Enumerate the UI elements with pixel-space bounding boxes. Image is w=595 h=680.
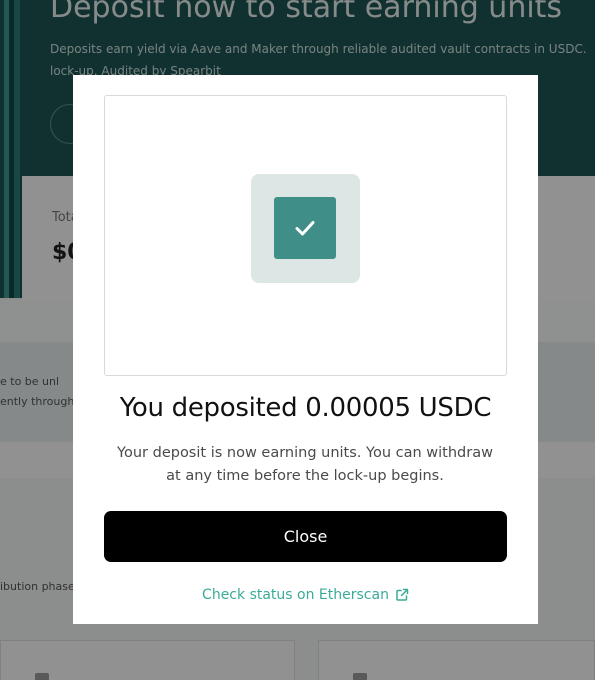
checkmark-icon: [295, 221, 315, 236]
checkmark-badge: [251, 174, 360, 283]
external-link-icon: [396, 588, 409, 601]
modal-title: You deposited 0.00005 USDC: [119, 393, 492, 423]
deposit-success-modal: You deposited 0.00005 USDC Your deposit …: [73, 75, 538, 624]
modal-description: Your deposit is now earning units. You c…: [117, 445, 493, 484]
etherscan-link-label: Check status on Etherscan: [202, 587, 389, 603]
close-button-label: Close: [283, 527, 328, 546]
success-illustration: [104, 95, 507, 376]
close-button[interactable]: Close: [104, 511, 507, 562]
etherscan-link[interactable]: Check status on Etherscan: [73, 587, 538, 603]
checkmark-tile: [274, 197, 336, 259]
